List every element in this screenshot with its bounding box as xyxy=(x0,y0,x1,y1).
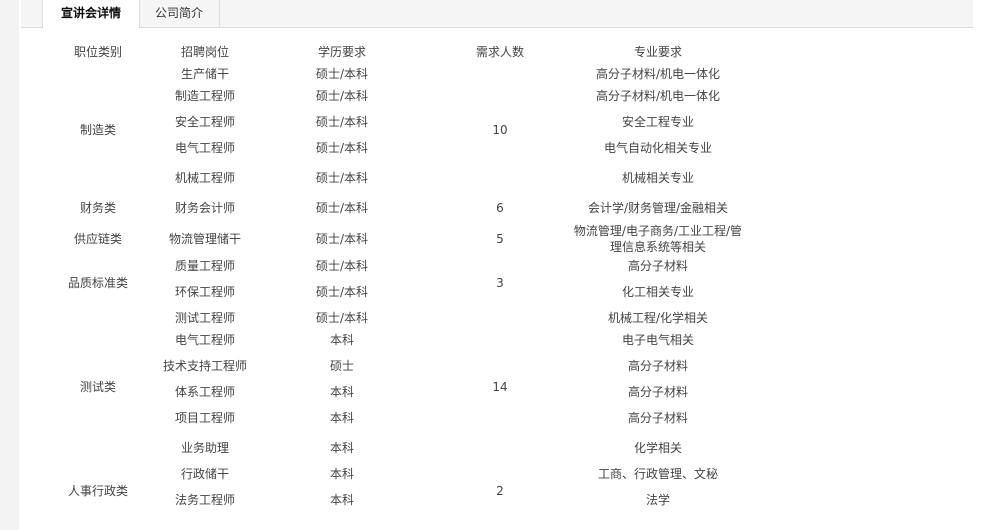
count-cell: 2 xyxy=(496,484,504,498)
count-cell: 14 xyxy=(492,380,508,394)
position-cell: 电气工程师 xyxy=(174,141,236,155)
major-cell: 会计学/财务管理/金融相关 xyxy=(587,201,729,215)
position-cell: 法务工程师 xyxy=(174,493,236,507)
education-cell: 本科 xyxy=(329,441,355,455)
position-cell: 技术支持工程师 xyxy=(162,359,248,373)
education-cell: 硕士/本科 xyxy=(315,232,369,246)
count-cell: 3 xyxy=(496,276,504,290)
major-cell: 化学相关 xyxy=(633,441,683,455)
education-cell: 硕士/本科 xyxy=(315,259,369,273)
header-category: 职位类别 xyxy=(73,45,123,59)
education-cell: 本科 xyxy=(329,385,355,399)
education-cell: 本科 xyxy=(329,411,355,425)
category-cell: 品质标准类 xyxy=(67,276,129,290)
position-cell: 质量工程师 xyxy=(174,259,236,273)
position-cell: 财务会计师 xyxy=(174,201,236,215)
position-cell: 项目工程师 xyxy=(174,411,236,425)
position-cell: 测试工程师 xyxy=(174,311,236,325)
major-cell: 高分子材料 xyxy=(627,259,689,273)
education-cell: 硕士/本科 xyxy=(315,311,369,325)
major-cell: 化工相关专业 xyxy=(621,285,695,299)
education-cell: 硕士/本科 xyxy=(315,115,369,129)
position-cell: 行政储干 xyxy=(180,467,230,481)
count-cell: 10 xyxy=(492,123,508,137)
major-cell: 安全工程专业 xyxy=(621,115,695,129)
major-cell: 物流管理/电子商务/工业工程/管理信息系统等相关 xyxy=(573,224,743,254)
category-cell: 财务类 xyxy=(79,201,117,215)
category-cell: 测试类 xyxy=(79,380,117,394)
count-cell: 5 xyxy=(496,232,504,246)
tab-company-profile[interactable]: 公司简介 xyxy=(139,0,220,27)
major-cell: 电气自动化相关专业 xyxy=(603,141,713,155)
major-cell: 高分子材料 xyxy=(627,385,689,399)
tab-bar: 宣讲会详情 公司简介 xyxy=(21,0,973,28)
header-count: 需求人数 xyxy=(475,45,525,59)
header-position: 招聘岗位 xyxy=(180,45,230,59)
major-cell: 高分子材料/机电一体化 xyxy=(595,89,721,103)
position-cell: 物流管理储干 xyxy=(168,232,242,246)
major-cell: 电子电气相关 xyxy=(621,333,695,347)
position-cell: 机械工程师 xyxy=(174,171,236,185)
education-cell: 本科 xyxy=(329,333,355,347)
education-cell: 本科 xyxy=(329,493,355,507)
position-cell: 电气工程师 xyxy=(174,333,236,347)
education-cell: 硕士/本科 xyxy=(315,141,369,155)
position-cell: 体系工程师 xyxy=(174,385,236,399)
content-panel xyxy=(19,0,988,530)
major-cell: 工商、行政管理、文秘 xyxy=(597,467,719,481)
category-cell: 人事行政类 xyxy=(67,484,129,498)
header-major: 专业要求 xyxy=(633,45,683,59)
position-cell: 安全工程师 xyxy=(174,115,236,129)
major-cell: 高分子材料/机电一体化 xyxy=(595,67,721,81)
count-cell: 6 xyxy=(496,201,504,215)
tab-seminar-details[interactable]: 宣讲会详情 xyxy=(42,0,140,28)
position-cell: 制造工程师 xyxy=(174,89,236,103)
position-cell: 业务助理 xyxy=(180,441,230,455)
category-cell: 供应链类 xyxy=(73,232,123,246)
category-cell: 制造类 xyxy=(79,123,117,137)
education-cell: 本科 xyxy=(329,467,355,481)
education-cell: 硕士/本科 xyxy=(315,171,369,185)
education-cell: 硕士/本科 xyxy=(315,285,369,299)
header-education: 学历要求 xyxy=(317,45,367,59)
major-cell: 高分子材料 xyxy=(627,411,689,425)
education-cell: 硕士/本科 xyxy=(315,89,369,103)
education-cell: 硕士 xyxy=(329,359,355,373)
major-cell: 机械相关专业 xyxy=(621,171,695,185)
position-cell: 生产储干 xyxy=(180,67,230,81)
major-cell: 法学 xyxy=(645,493,671,507)
major-cell: 机械工程/化学相关 xyxy=(607,311,709,325)
education-cell: 硕士/本科 xyxy=(315,201,369,215)
major-cell: 高分子材料 xyxy=(627,359,689,373)
position-cell: 环保工程师 xyxy=(174,285,236,299)
education-cell: 硕士/本科 xyxy=(315,67,369,81)
